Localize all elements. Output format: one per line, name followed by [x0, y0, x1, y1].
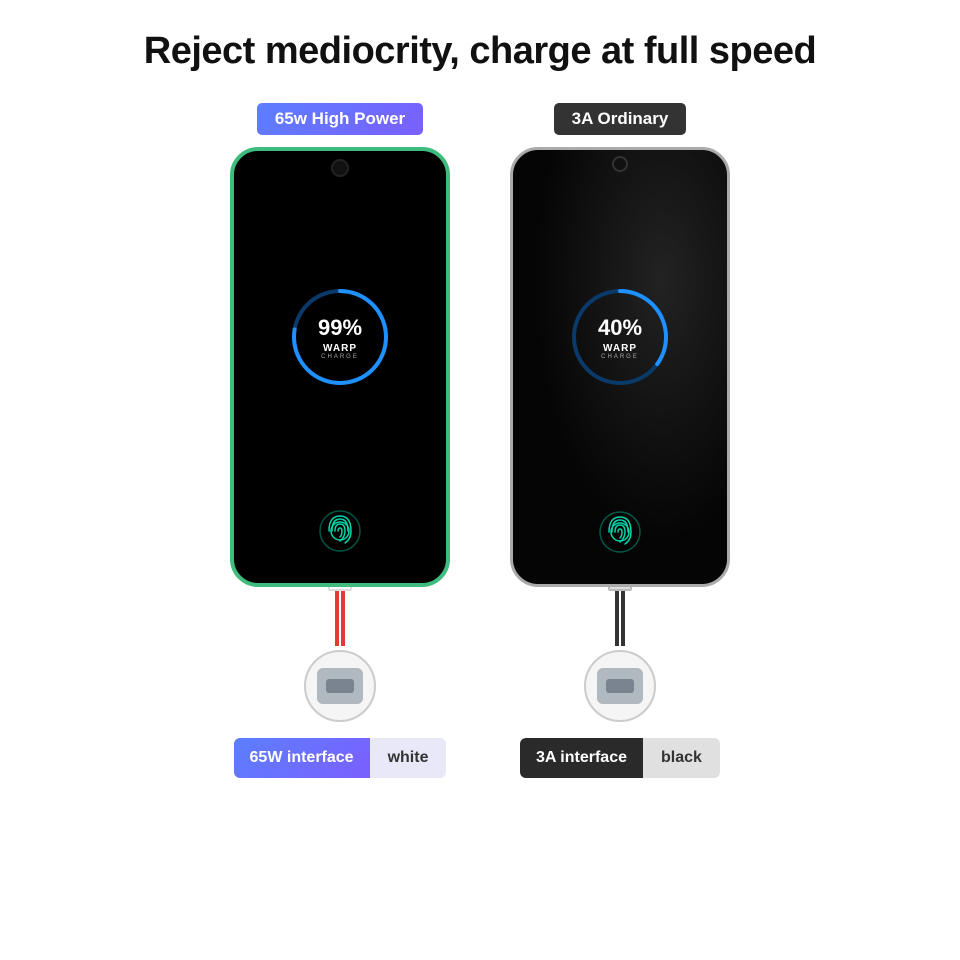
page-container: Reject mediocrity, charge at full speed … [0, 0, 960, 960]
page-headline: Reject mediocrity, charge at full speed [144, 30, 816, 73]
left-percent: 99% [318, 315, 362, 341]
left-fingerprint-icon [318, 509, 362, 553]
left-label-type: 65W interface [234, 738, 370, 778]
left-phone-notch [331, 159, 349, 177]
right-power-button [728, 230, 730, 270]
right-percent: 40% [598, 315, 642, 341]
left-usb-port [326, 679, 354, 693]
right-mute-button [510, 220, 512, 245]
right-label-color: black [643, 738, 720, 778]
right-badge: 3A Ordinary [554, 103, 687, 135]
left-charge-circle: 99% WARP CHARGE [285, 282, 395, 392]
right-fingerprint-icon [598, 510, 642, 554]
left-cable-area [304, 583, 376, 722]
left-mute-button [230, 221, 233, 246]
left-label-color: white [370, 738, 447, 778]
left-warp-label: WARP [318, 343, 362, 354]
right-charge-circle: 40% WARP CHARGE [565, 282, 675, 392]
right-label-bar: 3A interface black [520, 738, 720, 778]
left-warp-sublabel: CHARGE [318, 354, 362, 360]
right-warp-sublabel: CHARGE [598, 354, 642, 360]
right-phone: 40% WARP CHARGE [510, 147, 730, 587]
left-power-button [447, 231, 450, 271]
right-usb-port [606, 679, 634, 693]
left-phone-wrap: 99% WARP CHARGE [230, 147, 450, 722]
left-usb-connector [317, 668, 363, 704]
left-phone-column: 65w High Power [230, 103, 450, 778]
left-charge-text: 99% WARP CHARGE [318, 315, 362, 360]
right-phone-column: 3A Ordinary [510, 103, 730, 778]
left-connector-circle [304, 650, 376, 722]
left-volume-button [230, 256, 233, 296]
left-badge: 65w High Power [257, 103, 423, 135]
right-usb-connector [597, 668, 643, 704]
right-warp-label: WARP [598, 343, 642, 354]
right-connector-circle [584, 650, 656, 722]
right-volume-button [510, 255, 512, 295]
phones-row: 65w High Power [0, 103, 960, 960]
right-label-type: 3A interface [520, 738, 643, 778]
right-cable-area [584, 583, 656, 722]
left-phone: 99% WARP CHARGE [230, 147, 450, 587]
right-charge-text: 40% WARP CHARGE [598, 315, 642, 360]
right-phone-wrap: 40% WARP CHARGE [510, 147, 730, 722]
left-label-bar: 65W interface white [234, 738, 447, 778]
